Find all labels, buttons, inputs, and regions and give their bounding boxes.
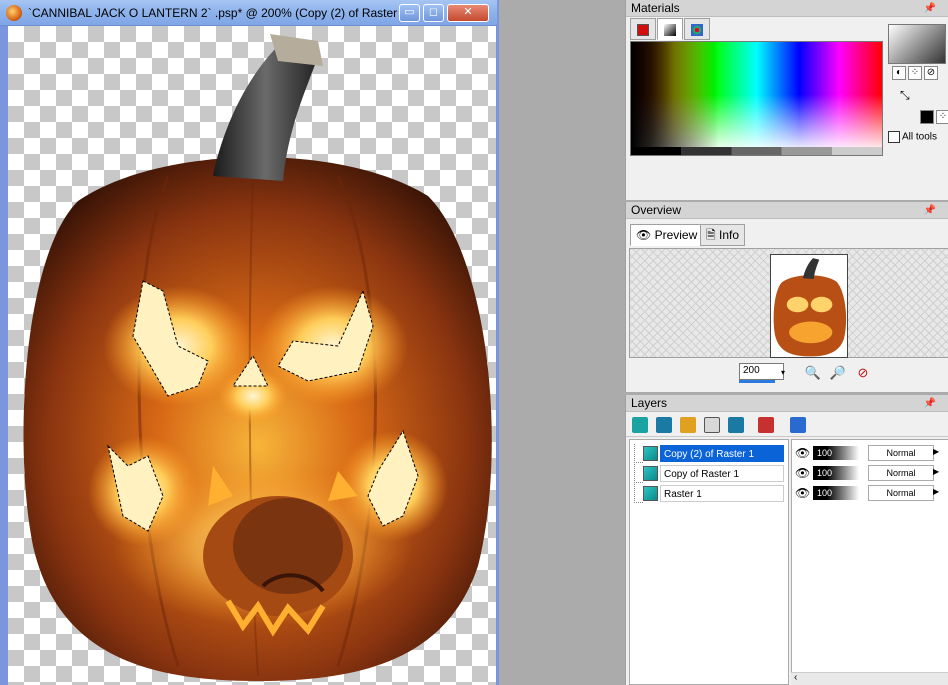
zoom-slider[interactable] [739,380,775,383]
tab-pattern[interactable] [684,18,710,40]
chevron-left-icon[interactable]: ‹ [794,672,797,683]
new-raster-layer-icon[interactable] [632,417,648,433]
tab-preview-label: Preview [654,228,698,242]
blend-mode-select[interactable]: Normal [868,465,934,481]
pin-icon[interactable]: 📌 [924,202,936,219]
visibility-eye-icon[interactable]: 👁 [795,486,810,500]
document-title: `CANNIBAL JACK O LANTERN 2` .psp* @ 200%… [28,6,412,20]
close-button[interactable]: ✕ [447,4,489,22]
overview-title: Overview [631,203,682,217]
tab-preview[interactable]: 👁 Preview [630,224,704,246]
layer-row[interactable]: Copy of Raster 1 [630,464,788,483]
layer-name[interactable]: Raster 1 [660,485,784,502]
tree-connector [634,464,643,483]
layers-toolbar [626,413,948,437]
layer-props-row: 👁 100 Normal ▶ [792,464,948,483]
materials-header: Materials 📌 [626,0,948,17]
grayscale-strip[interactable] [631,147,882,155]
zoom-in-icon[interactable]: 🔎 [829,365,847,381]
zoom-spinner-icon[interactable]: ▾ [774,365,792,381]
new-vector-layer-icon[interactable] [656,417,672,433]
color-spectrum[interactable] [630,41,883,156]
layer-list: Copy (2) of Raster 1 Copy of Raster 1 Ra… [629,439,789,685]
document-window[interactable]: `CANNIBAL JACK O LANTERN 2` .psp* @ 200%… [0,0,499,685]
style-icon[interactable]: ◐ [892,66,906,80]
delete-layer-icon[interactable] [758,417,774,433]
zoom-reset-icon[interactable]: ⊘ [854,365,872,381]
transparent-icon[interactable]: ⊘ [924,66,938,80]
opacity-slider[interactable]: 100 [813,486,859,500]
edit-layer-icon[interactable] [790,417,806,433]
layers-header: Layers 📌 [626,395,948,412]
image-canvas[interactable] [8,26,496,685]
visibility-eye-icon[interactable]: 👁 [795,466,810,480]
preview-area[interactable] [629,248,948,358]
tab-info[interactable]: 🗎 Info [700,224,746,246]
visibility-eye-icon[interactable]: 👁 [795,446,810,460]
maximize-button[interactable]: ◻ [423,4,444,22]
opacity-slider[interactable]: 100 [813,466,859,480]
frame-icon [637,24,649,36]
eye-icon: 👁 [636,228,652,242]
tab-frame[interactable] [630,18,656,40]
opacity-slider[interactable]: 100 [813,446,859,460]
texture-bg-icon[interactable]: ⁘ [936,110,948,124]
new-mask-icon[interactable] [704,417,720,433]
layer-row[interactable]: Copy (2) of Raster 1 [630,444,788,463]
chevron-right-icon[interactable]: ▶ [933,487,939,496]
new-art-layer-icon[interactable] [680,417,696,433]
materials-panel: Materials 📌 ◐ ⁘ ⊘ ⤡ ⁘ All tools [625,0,948,200]
tab-gradient[interactable] [657,18,683,40]
background-swatch[interactable] [920,110,934,124]
swap-icon[interactable]: ⤡ [900,88,910,103]
materials-title: Materials [631,1,680,15]
pumpkin-app-icon [6,5,22,21]
preview-thumbnail[interactable] [770,254,848,358]
layer-properties: 👁 100 Normal ▶ 👁 100 Normal ▶ 👁 100 Norm… [791,439,948,685]
jack-o-lantern-image [23,34,492,681]
layer-name[interactable]: Copy (2) of Raster 1 [660,445,784,462]
raster-layer-icon [643,446,658,461]
thumbnail-image [773,258,847,357]
info-icon: 🗎 [706,228,716,242]
document-frame [0,26,497,685]
chevron-right-icon[interactable]: ▶ [933,467,939,476]
horizontal-scrollbar[interactable]: ‹ [791,672,948,685]
pattern-icon [691,24,703,36]
foreground-swatch[interactable] [888,24,946,64]
layers-panel: Layers 📌 Copy (2) of Raster 1 Copy of Ra… [625,395,948,685]
zoom-out-icon[interactable]: 🔍 [804,365,822,381]
spectrum-shade [631,42,882,147]
chevron-right-icon[interactable]: ▶ [933,447,939,456]
checkbox-box[interactable] [888,131,900,143]
tree-connector [634,484,643,503]
pin-icon[interactable]: 📌 [924,0,936,17]
texture-icon[interactable]: ⁘ [908,66,922,80]
tab-info-label: Info [719,228,740,242]
minimize-button[interactable]: ▭ [399,4,420,22]
gradient-icon [664,24,676,36]
all-tools-checkbox[interactable]: All tools [888,131,937,143]
new-group-icon[interactable] [728,417,744,433]
overview-panel: Overview 📌 👁 Preview 🗎 Info 200 ▾ 🔍 🔎 ⊘ [625,202,948,392]
layer-row[interactable]: Raster 1 [630,484,788,503]
document-titlebar[interactable]: `CANNIBAL JACK O LANTERN 2` .psp* @ 200%… [0,0,497,26]
raster-layer-icon [643,466,658,481]
all-tools-label: All tools [902,131,938,143]
blend-mode-select[interactable]: Normal [868,445,934,461]
layer-props-row: 👁 100 Normal ▶ [792,484,948,503]
raster-layer-icon [643,486,658,501]
layers-title: Layers [631,396,668,410]
layer-props-row: 👁 100 Normal ▶ [792,444,948,463]
blend-mode-select[interactable]: Normal [868,485,934,501]
pin-icon[interactable]: 📌 [924,395,936,412]
tree-connector [634,444,643,463]
layer-name[interactable]: Copy of Raster 1 [660,465,784,482]
overview-header: Overview 📌 [626,202,948,219]
